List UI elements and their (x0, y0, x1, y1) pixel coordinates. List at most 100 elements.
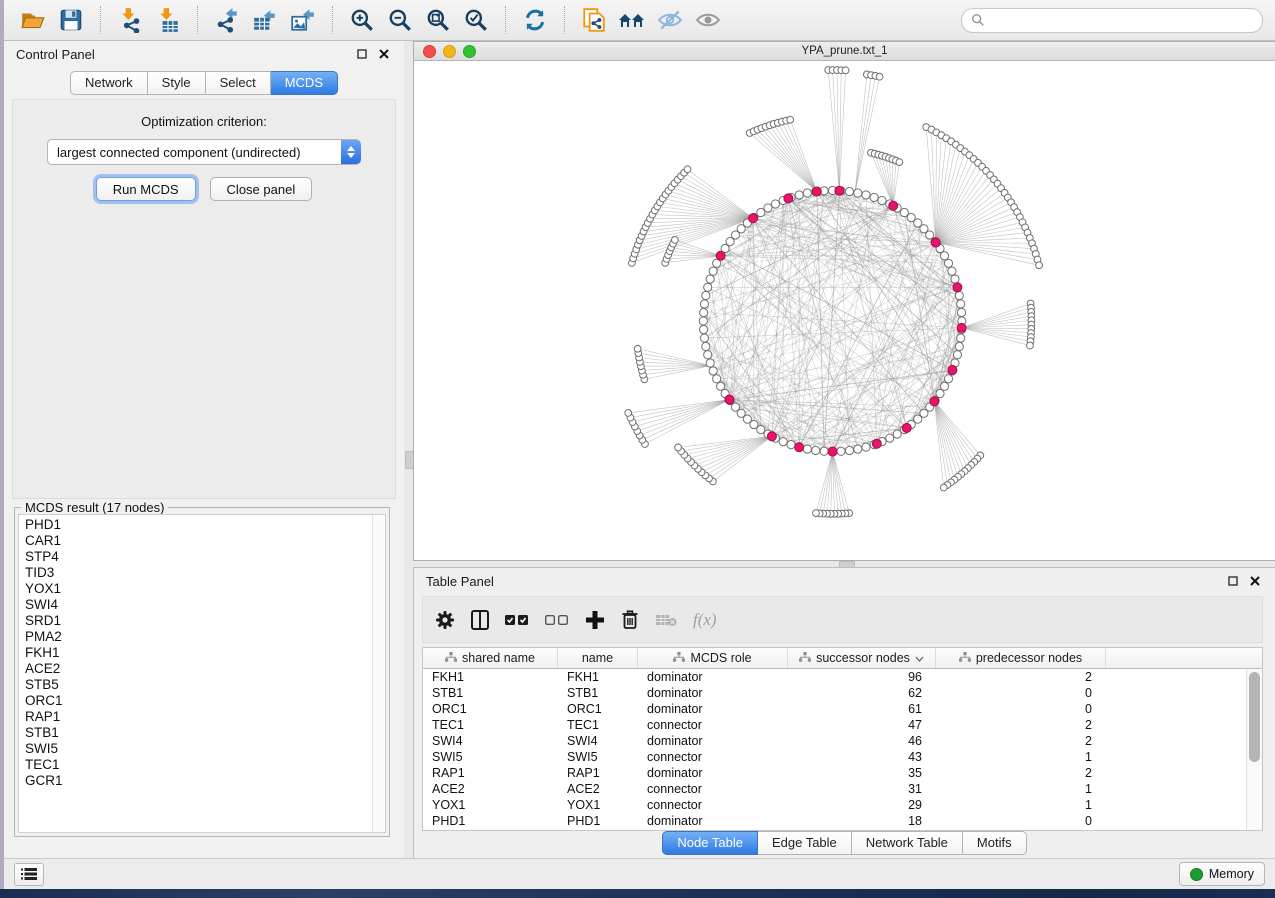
refresh-icon[interactable] (518, 5, 552, 35)
mcds-result-item[interactable]: FKH1 (25, 645, 385, 661)
table-row[interactable]: RAP1RAP1dominator352 (423, 765, 1262, 781)
cell-successor_nodes[interactable]: 62 (788, 685, 936, 701)
cell-name[interactable]: FKH1 (558, 669, 638, 685)
tab-network-table[interactable]: Network Table (852, 831, 963, 855)
mcds-result-item[interactable]: YOX1 (25, 581, 385, 597)
first-neighbors-icon[interactable] (615, 5, 649, 35)
export-image-icon[interactable] (286, 5, 320, 35)
cell-predecessor_nodes[interactable]: 0 (936, 701, 1106, 717)
mcds-result-item[interactable]: SWI5 (25, 741, 385, 757)
cell-shared_name[interactable]: STB1 (423, 685, 558, 701)
cell-shared_name[interactable]: ACE2 (423, 781, 558, 797)
close-panel-button[interactable]: Close panel (210, 177, 313, 201)
delete-column-icon[interactable] (621, 607, 639, 633)
table-row[interactable]: STB1STB1dominator620 (423, 685, 1262, 701)
cell-name[interactable]: ORC1 (558, 701, 638, 717)
mcds-result-item[interactable]: GCR1 (25, 773, 385, 789)
cell-name[interactable]: SWI4 (558, 733, 638, 749)
cell-name[interactable]: YOX1 (558, 797, 638, 813)
duplicate-network-icon[interactable] (577, 5, 611, 35)
cell-successor_nodes[interactable]: 18 (788, 813, 936, 829)
cell-name[interactable]: TEC1 (558, 717, 638, 733)
cell-shared_name[interactable]: YOX1 (423, 797, 558, 813)
float-panel-icon[interactable] (354, 46, 370, 62)
tab-node-table[interactable]: Node Table (662, 831, 758, 855)
cell-predecessor_nodes[interactable]: 1 (936, 797, 1106, 813)
save-session-icon[interactable] (54, 5, 88, 35)
cell-mcds_role[interactable]: connector (638, 797, 788, 813)
cell-mcds_role[interactable]: dominator (638, 669, 788, 685)
column-header-shared-name[interactable]: shared name (423, 648, 558, 668)
cell-mcds_role[interactable]: dominator (638, 685, 788, 701)
mcds-result-item[interactable]: STB5 (25, 677, 385, 693)
cell-successor_nodes[interactable]: 43 (788, 749, 936, 765)
mcds-result-item[interactable]: PMA2 (25, 629, 385, 645)
cell-successor_nodes[interactable]: 61 (788, 701, 936, 717)
tab-style[interactable]: Style (148, 71, 206, 95)
mcds-result-item[interactable]: STB1 (25, 725, 385, 741)
show-all-icon[interactable] (691, 5, 725, 35)
cell-mcds_role[interactable]: connector (638, 781, 788, 797)
mcds-result-item[interactable]: ORC1 (25, 693, 385, 709)
import-table-icon[interactable] (151, 5, 185, 35)
tab-mcds[interactable]: MCDS (271, 71, 338, 95)
cell-name[interactable]: ACE2 (558, 781, 638, 797)
tab-edge-table[interactable]: Edge Table (758, 831, 852, 855)
network-canvas[interactable] (414, 61, 1275, 560)
search-input[interactable] (991, 12, 1253, 29)
import-network-icon[interactable] (113, 5, 147, 35)
column-header-successor-nodes[interactable]: successor nodes (788, 648, 936, 668)
mcds-result-item[interactable]: SWI4 (25, 597, 385, 613)
cell-shared_name[interactable]: ORC1 (423, 701, 558, 717)
cell-mcds_role[interactable]: connector (638, 749, 788, 765)
cell-name[interactable]: PHD1 (558, 813, 638, 829)
float-panel-icon[interactable] (1225, 573, 1241, 589)
memory-button[interactable]: Memory (1179, 862, 1265, 886)
show-column-panel-icon[interactable] (471, 607, 489, 633)
cell-shared_name[interactable]: TEC1 (423, 717, 558, 733)
cell-predecessor_nodes[interactable]: 0 (936, 813, 1106, 829)
select-all-columns-icon[interactable] (505, 607, 529, 633)
cell-shared_name[interactable]: SWI5 (423, 749, 558, 765)
hide-selected-icon[interactable] (653, 5, 687, 35)
table-row[interactable]: FKH1FKH1dominator962 (423, 669, 1262, 685)
zoom-selected-icon[interactable] (459, 5, 493, 35)
cell-successor_nodes[interactable]: 47 (788, 717, 936, 733)
close-panel-icon[interactable] (1247, 573, 1263, 589)
cell-predecessor_nodes[interactable]: 2 (936, 733, 1106, 749)
task-history-button[interactable] (14, 863, 44, 886)
cell-shared_name[interactable]: SWI4 (423, 733, 558, 749)
cell-name[interactable]: STB1 (558, 685, 638, 701)
mcds-list-scrollbar[interactable] (372, 515, 385, 832)
mcds-result-item[interactable]: SRD1 (25, 613, 385, 629)
cell-shared_name[interactable]: FKH1 (423, 669, 558, 685)
table-row[interactable]: SWI5SWI5connector431 (423, 749, 1262, 765)
table-row[interactable]: SWI4SWI4dominator462 (423, 733, 1262, 749)
column-header-name[interactable]: name (558, 648, 638, 668)
vertical-split-divider[interactable] (404, 41, 413, 859)
mcds-result-item[interactable]: ACE2 (25, 661, 385, 677)
cell-mcds_role[interactable]: dominator (638, 701, 788, 717)
cell-successor_nodes[interactable]: 29 (788, 797, 936, 813)
cell-name[interactable]: SWI5 (558, 749, 638, 765)
cell-shared_name[interactable]: PHD1 (423, 813, 558, 829)
table-row[interactable]: PHD1PHD1dominator180 (423, 813, 1262, 829)
table-row[interactable]: ACE2ACE2connector311 (423, 781, 1262, 797)
mcds-result-item[interactable]: RAP1 (25, 709, 385, 725)
cell-predecessor_nodes[interactable]: 2 (936, 765, 1106, 781)
close-panel-icon[interactable] (376, 46, 392, 62)
table-scrollbar[interactable] (1246, 669, 1262, 830)
cell-successor_nodes[interactable]: 46 (788, 733, 936, 749)
settings-gear-icon[interactable] (435, 607, 455, 633)
table-row[interactable]: TEC1TEC1connector472 (423, 717, 1262, 733)
table-row[interactable]: ORC1ORC1dominator610 (423, 701, 1262, 717)
add-column-icon[interactable] (585, 607, 605, 633)
cell-mcds_role[interactable]: dominator (638, 765, 788, 781)
cell-successor_nodes[interactable]: 35 (788, 765, 936, 781)
open-file-icon[interactable] (16, 5, 50, 35)
tab-motifs[interactable]: Motifs (963, 831, 1027, 855)
tab-network[interactable]: Network (70, 71, 148, 95)
column-header-MCDS-role[interactable]: MCDS role (638, 648, 788, 668)
run-mcds-button[interactable]: Run MCDS (96, 177, 196, 201)
cell-shared_name[interactable]: RAP1 (423, 765, 558, 781)
